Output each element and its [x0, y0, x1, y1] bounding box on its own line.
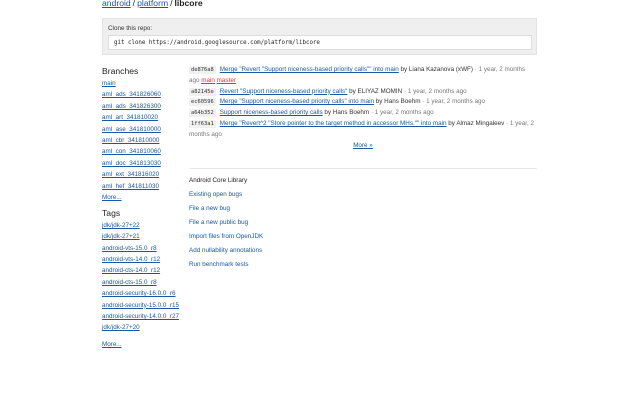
branch-item: aml_ase_341810000: [102, 124, 182, 135]
description-link[interactable]: Import files from OpenJDK: [189, 233, 263, 240]
branch-link[interactable]: aml_hef_341811030: [102, 183, 159, 190]
branch-item: aml_cbr_341810000: [102, 135, 182, 146]
commit-entry: de876a8 Merge "Revert "Support niceness-b…: [189, 65, 537, 87]
clone-panel: Clone this repo: git clone https://andro…: [102, 18, 537, 55]
commit-sha[interactable]: a82145e: [189, 87, 216, 96]
branch-link[interactable]: aml_art_341810020: [102, 114, 158, 121]
tag-item: jdk/jdk-27+20: [102, 322, 182, 333]
ref-badge-link[interactable]: master: [217, 77, 236, 84]
branch-link[interactable]: aml_cbr_341810000: [102, 137, 159, 144]
breadcrumb-separator: /: [170, 0, 173, 8]
branch-item: aml_ads_341826060: [102, 89, 182, 100]
tag-item: jdk/jdk-27+21: [102, 231, 182, 242]
branch-link[interactable]: aml_ads_341826060: [102, 91, 161, 98]
commit-message-link[interactable]: Revert "Support niceness-based priority …: [220, 88, 348, 95]
branch-item: aml_doc_341813030: [102, 158, 182, 169]
tag-list: jdk/jdk-27+22 jdk/jdk-27+21 android-vts-15…: [102, 220, 182, 334]
commit-author: by ELIYAZ MOMIN: [349, 87, 403, 95]
branch-link[interactable]: main: [102, 80, 116, 87]
description-link-item: File a new bug: [189, 204, 389, 218]
commit-sha[interactable]: a64b352: [189, 109, 216, 118]
commit-message-link[interactable]: Merge "Revert "Support niceness-based pr…: [220, 66, 399, 73]
tag-item: jdk/jdk-27+22: [102, 220, 182, 231]
branch-item: aml_ext_341816020: [102, 169, 182, 180]
commit-time: · 1 year, 2 months ago: [403, 87, 467, 95]
description-link[interactable]: File a new bug: [189, 205, 230, 212]
clone-label: Clone this repo:: [108, 25, 153, 32]
tag-link[interactable]: android-cts-15.0_r8: [102, 279, 157, 286]
tag-link[interactable]: jdk/jdk-27+21: [102, 233, 140, 240]
commit-time: · 1 year, 2 months ago: [422, 98, 485, 106]
branch-item: aml_con_341810060: [102, 146, 182, 157]
description-link[interactable]: Existing open bugs: [189, 191, 242, 198]
description-link-item: Existing open bugs: [189, 190, 389, 204]
commit-entry: a64b352 Support niceness-based priority c…: [189, 108, 537, 119]
description-link[interactable]: File a new public bug: [189, 219, 248, 226]
log-more-link[interactable]: More »: [353, 142, 373, 149]
commit-sha[interactable]: ec60596: [189, 98, 216, 107]
breadcrumb-separator: /: [132, 0, 136, 8]
commit-author: by Hans Boehm: [324, 109, 370, 117]
description-links: Existing open bugs File a new bug File a n…: [189, 190, 389, 274]
clone-command-field[interactable]: git clone https://android.googlesource.c…: [108, 35, 532, 50]
branch-list: main aml_ads_341826060 aml_ads_341826300am…: [102, 78, 182, 192]
commit-log: de876a8 Merge "Revert "Support niceness-b…: [189, 65, 537, 149]
description-link-item: File a new public bug: [189, 218, 389, 232]
branch-link[interactable]: aml_con_341810060: [102, 148, 161, 155]
tag-item: android-cts-14.0_r12: [102, 265, 182, 276]
branch-link[interactable]: aml_ext_341816020: [102, 171, 159, 178]
description-link-item: Import files from OpenJDK: [189, 232, 389, 246]
branch-link[interactable]: aml_ads_341826300: [102, 103, 161, 110]
branch-item: aml_hef_341811030: [102, 181, 182, 192]
refs-sidebar: Branches main aml_ads_341826060 aml_ads_34…: [102, 65, 182, 351]
branch-item: aml_art_341810020: [102, 112, 182, 123]
tags-more-link[interactable]: More...: [102, 339, 182, 351]
commit-time: · 1 year, 2 months ago: [370, 109, 434, 117]
tag-item: android-vts-15.0_r8: [102, 243, 182, 254]
tag-link[interactable]: android-security-14.0.0_r27: [102, 313, 179, 320]
commit-author: by Hans Boehm: [375, 98, 421, 106]
branches-heading: Branches: [102, 66, 139, 76]
commit-message-link[interactable]: Support niceness-based priority calls: [220, 109, 323, 116]
repo-description: Android Core Library Existing open bugs F…: [189, 176, 389, 274]
branch-item: aml_ads_341826300: [102, 101, 182, 112]
breadcrumb-platform[interactable]: platform: [137, 0, 168, 8]
commit-message-link[interactable]: Merge "Revert^2 "Store pointer to the ta…: [220, 120, 447, 127]
description-link-item: Run benchmark tests: [189, 260, 389, 274]
branch-item: main: [102, 78, 182, 89]
tags-heading: Tags: [102, 207, 121, 218]
tag-item: android-security-15.0.0_r15: [102, 300, 182, 311]
description-link[interactable]: Add nullability annotations: [189, 247, 262, 254]
section-divider: [189, 168, 537, 169]
tag-item: android-cts-15.0_r8: [102, 277, 182, 288]
commit-author: by Liana Kazanova (xWF): [400, 66, 473, 73]
tag-link[interactable]: android-vts-14.0_r12: [102, 256, 160, 263]
breadcrumb-current: libcore: [174, 0, 203, 8]
tag-item: android-security-14.0.0_r27: [102, 311, 182, 322]
commit-entry: a82145e Revert "Support niceness-based pr…: [189, 87, 537, 98]
ref-badge-link[interactable]: main: [201, 77, 215, 84]
tag-item: android-security-16.0.0_r6: [102, 288, 182, 299]
branch-link[interactable]: aml_doc_341813030: [102, 160, 161, 167]
tag-link[interactable]: jdk/jdk-27+20: [102, 324, 140, 331]
branches-more-link[interactable]: More...: [102, 192, 182, 204]
tag-link[interactable]: android-vts-15.0_r8: [102, 245, 157, 252]
tag-link[interactable]: android-cts-14.0_r12: [102, 267, 160, 274]
breadcrumb: android / platform / libcore: [102, 0, 203, 8]
description-title: Android Core Library: [189, 177, 248, 184]
commit-message-link[interactable]: Merge "Support niceness-based priority c…: [220, 98, 374, 105]
tag-item: android-vts-14.0_r12: [102, 254, 182, 265]
commit-sha[interactable]: 1ff63a1: [189, 119, 216, 128]
branch-link[interactable]: aml_ase_341810000: [102, 126, 161, 133]
breadcrumb-android[interactable]: android: [102, 0, 131, 8]
commit-sha[interactable]: de876a8: [189, 66, 216, 74]
commit-author: by Almaz Mingaleev: [448, 119, 505, 127]
description-link-item: Add nullability annotations: [189, 246, 389, 260]
tag-link[interactable]: android-security-15.0.0_r15: [102, 302, 179, 309]
commit-entry: ec60596 Merge "Support niceness-based pri…: [189, 97, 537, 108]
description-link[interactable]: Run benchmark tests: [189, 261, 249, 268]
tag-link[interactable]: android-security-16.0.0_r6: [102, 290, 176, 297]
tag-link[interactable]: jdk/jdk-27+22: [102, 222, 140, 229]
commit-entry: 1ff63a1 Merge "Revert^2 "Store pointer to…: [189, 119, 537, 141]
